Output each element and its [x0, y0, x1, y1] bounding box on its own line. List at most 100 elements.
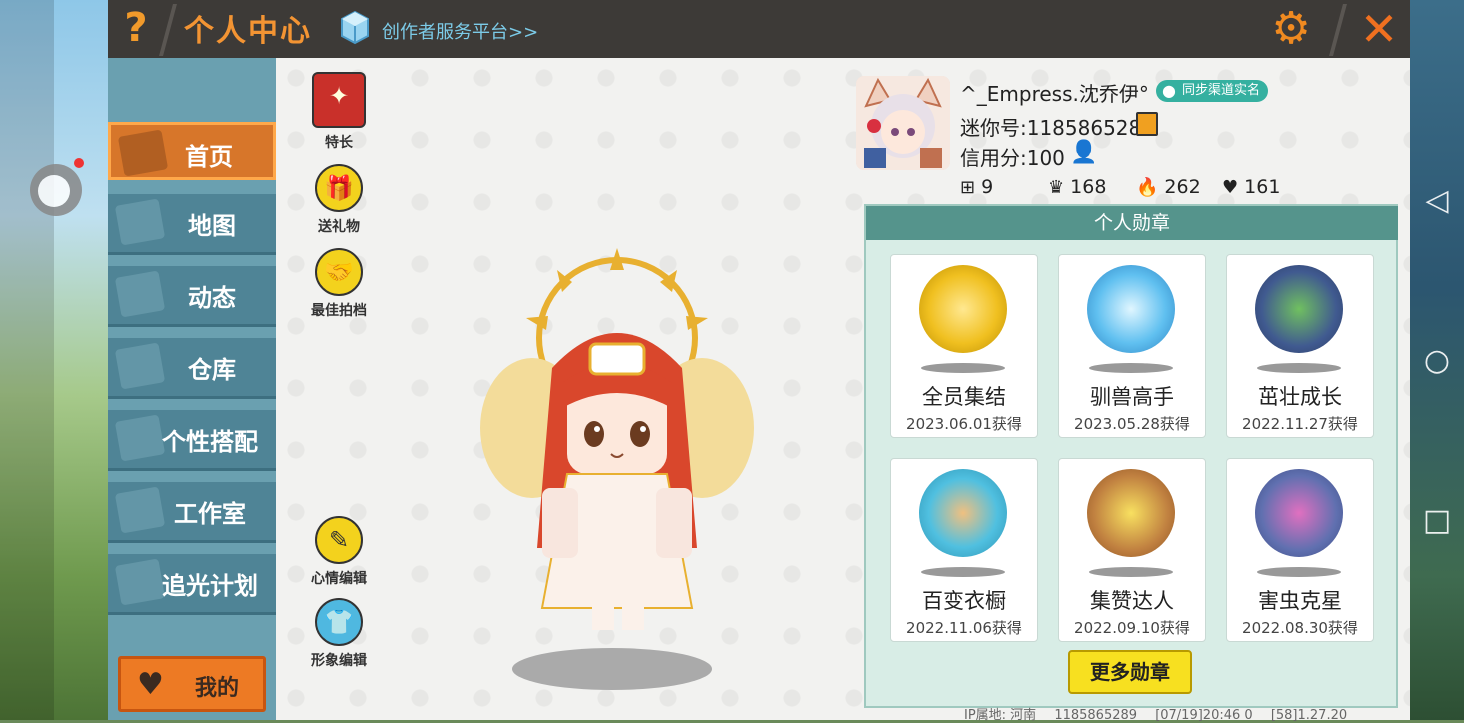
medal-date: 2022.11.06获得 [906, 619, 1022, 637]
medal-badge-icon [1087, 469, 1175, 557]
character-avatar[interactable] [472, 248, 762, 648]
mood-edit-label: 心情编辑 [311, 571, 367, 587]
gift-label: 送礼物 [318, 219, 360, 235]
gift-button[interactable]: 🎁 送礼物 [306, 164, 372, 236]
medal-badge-icon [919, 469, 1007, 557]
medal-stand [1257, 363, 1341, 373]
medal-name: 害虫克星 [1258, 589, 1342, 613]
hearts-stat[interactable]: ♥ 161 [1222, 176, 1280, 198]
ip-location: IP属地: 河南 [964, 708, 1037, 723]
sidebar-item-label: 仓库 [188, 356, 236, 384]
medal-date: 2022.11.27获得 [1242, 415, 1358, 433]
sidebar-item-map[interactable]: 地图 [108, 194, 276, 255]
copy-icon[interactable] [1136, 112, 1158, 136]
medal-date: 2022.09.10获得 [1074, 619, 1190, 637]
medal-card[interactable]: 害虫克星 2022.08.30获得 [1226, 458, 1374, 642]
header-divider [159, 4, 177, 56]
medal-badge-icon [1255, 469, 1343, 557]
medals-title: 个人勋章 [866, 206, 1398, 240]
medal-card[interactable]: 全员集结 2023.06.01获得 [890, 254, 1038, 438]
medal-card[interactable]: 百变衣橱 2022.11.06获得 [890, 458, 1038, 642]
popularity-count: 262 [1164, 176, 1201, 198]
medal-stand [921, 363, 1005, 373]
heart-icon: ♥ [1222, 177, 1239, 198]
studio-icon [114, 486, 166, 534]
likes-count: 168 [1070, 176, 1107, 198]
partner-label: 最佳拍档 [311, 303, 367, 319]
sidebar-item-label: 个性搭配 [162, 428, 258, 456]
medal-date: 2023.05.28获得 [1074, 415, 1190, 433]
medal-stand [1089, 567, 1173, 577]
medal-name: 百变衣橱 [922, 589, 1006, 613]
home-nav-icon[interactable]: ○ [1410, 336, 1464, 386]
medal-name: 全员集结 [922, 385, 1006, 409]
medal-stand [1257, 567, 1341, 577]
medal-card[interactable]: 集赞达人 2022.09.10获得 [1058, 458, 1206, 642]
likes-stat[interactable]: ♛ 168 [1048, 176, 1106, 198]
footer-info: IP属地: 河南 1185865289 [07/19]20:46 0 [58]1… [964, 704, 1361, 723]
medal-stand [921, 567, 1005, 577]
credit-user-icon[interactable]: 👤 [1070, 140, 1097, 166]
help-icon[interactable]: ? [116, 4, 156, 52]
edit-icon: ✎ [315, 516, 363, 564]
medal-card[interactable]: 茁壮成长 2022.11.27获得 [1226, 254, 1374, 438]
medal-stand [1089, 363, 1173, 373]
notification-dot [74, 158, 84, 168]
more-medals-button[interactable]: 更多勋章 [1068, 650, 1192, 694]
outfit-icon [114, 414, 166, 462]
medal-badge-icon [919, 265, 1007, 353]
main-content: ✦ 特长 🎁 送礼物 🤝 最佳拍档 ✎ 心情编辑 👕 形象编辑 ^_Empres… [276, 58, 1410, 723]
settings-gear-icon[interactable]: ⚙ [1270, 7, 1312, 51]
credit-score: 信用分:100 [960, 146, 1065, 170]
hearts-count: 161 [1244, 176, 1281, 198]
character-shadow [512, 648, 712, 690]
medal-date: 2022.08.30获得 [1242, 619, 1358, 637]
cube-icon[interactable] [340, 10, 370, 46]
floating-assistive-button[interactable] [30, 164, 82, 216]
screen-edge [0, 0, 54, 720]
medal-card[interactable]: 驯兽高手 2023.05.28获得 [1058, 254, 1206, 438]
medal-name: 驯兽高手 [1090, 385, 1174, 409]
talent-button[interactable]: ✦ 特长 [306, 72, 372, 152]
medal-date: 2023.06.01获得 [906, 415, 1022, 433]
back-nav-icon[interactable]: ◁ [1410, 176, 1464, 226]
medal-badge-icon [1087, 265, 1175, 353]
sidebar-item-plan[interactable]: 追光计划 [108, 554, 276, 615]
creator-platform-link[interactable]: 创作者服务平台>> [382, 18, 538, 44]
appearance-edit-button[interactable]: 👕 形象编辑 [306, 598, 372, 670]
talent-icon: ✦ [312, 72, 366, 128]
partner-button[interactable]: 🤝 最佳拍档 [306, 248, 372, 320]
sidebar-item-studio[interactable]: 工作室 [108, 482, 276, 543]
sidebar-item-outfit[interactable]: 个性搭配 [108, 410, 276, 471]
friends-count: 9 [981, 176, 994, 198]
top-header-bar: ? 个人中心 创作者服务平台>> ⚙ ✕ [108, 0, 1410, 60]
popularity-stat[interactable]: 🔥 262 [1136, 176, 1201, 198]
mini-id: 迷你号:1185865289 [960, 116, 1154, 140]
sidebar-item-activity[interactable]: 动态 [108, 266, 276, 327]
sidebar-item-label: 动态 [188, 284, 236, 312]
close-icon[interactable]: ✕ [1356, 6, 1402, 52]
add-friend-icon: ⊞ [960, 177, 976, 198]
me-button[interactable]: ♥ 我的 [118, 656, 266, 712]
sidebar-item-warehouse[interactable]: 仓库 [108, 338, 276, 399]
medal-name: 集赞达人 [1090, 589, 1174, 613]
handshake-icon: 🤝 [315, 248, 363, 296]
warehouse-icon [114, 342, 166, 390]
home-icon [117, 129, 169, 177]
avatar[interactable] [856, 76, 950, 170]
sidebar: 首页 地图 动态 仓库 个性搭配 工作室 追光计划 ♥ 我的 [108, 58, 276, 720]
appearance-edit-label: 形象编辑 [311, 653, 367, 669]
username: ^_Empress.沈乔伊° [960, 82, 1149, 106]
sidebar-item-home[interactable]: 首页 [108, 122, 276, 180]
realname-badge[interactable]: 同步渠道实名 [1156, 80, 1269, 102]
friends-stat[interactable]: ⊞ 9 [960, 176, 993, 198]
map-icon [114, 198, 166, 246]
recents-nav-icon[interactable]: □ [1410, 496, 1464, 546]
footer-uid: 1185865289 [1054, 708, 1138, 723]
page-title: 个人中心 [184, 14, 312, 49]
trophy-icon: ♛ [1048, 177, 1065, 198]
sidebar-item-label: 工作室 [174, 500, 246, 528]
footer-time: [07/19]20:46 0 [1155, 708, 1253, 723]
mood-edit-button[interactable]: ✎ 心情编辑 [306, 516, 372, 588]
outfit-icon: 👕 [315, 598, 363, 646]
